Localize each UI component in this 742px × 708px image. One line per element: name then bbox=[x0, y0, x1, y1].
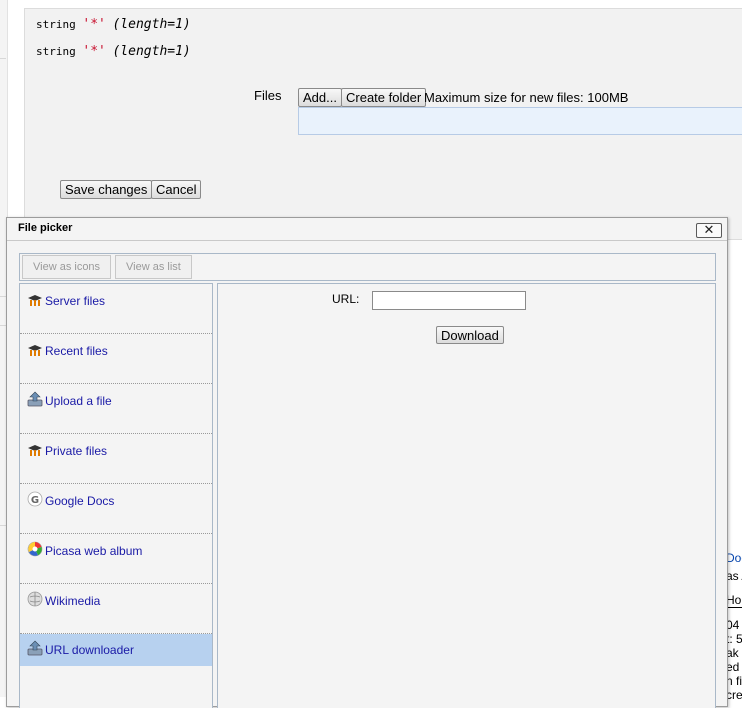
debug-type: string bbox=[36, 45, 76, 58]
repo-label: Recent files bbox=[45, 344, 108, 358]
moodle-icon bbox=[27, 292, 43, 308]
view-as-icons-button[interactable]: View as icons bbox=[22, 255, 112, 279]
bg-fragment: Hor bbox=[726, 593, 742, 607]
repo-label: URL downloader bbox=[45, 643, 134, 657]
download-icon bbox=[27, 640, 43, 656]
file-drop-area[interactable] bbox=[298, 107, 742, 135]
add-file-button[interactable]: Add... bbox=[298, 88, 342, 107]
download-button[interactable]: Download bbox=[436, 326, 504, 344]
close-icon[interactable]: ✕ bbox=[696, 223, 722, 238]
debug-meta: (length=1) bbox=[112, 17, 191, 32]
repo-item-google-docs[interactable]: G Google Docs bbox=[20, 484, 212, 534]
create-folder-button[interactable]: Create folder bbox=[341, 88, 427, 107]
repo-label: Server files bbox=[45, 294, 106, 308]
cancel-button[interactable]: Cancel bbox=[151, 180, 202, 199]
max-size-text: Maximum size for new files: 100MB bbox=[424, 90, 629, 105]
files-label: Files bbox=[254, 88, 282, 103]
file-picker-dialog: File picker ✕ View as icons View as list… bbox=[6, 217, 728, 708]
save-changes-button[interactable]: Save changes bbox=[60, 180, 153, 199]
repo-label: Picasa web album bbox=[45, 544, 143, 558]
debug-output-line: string '*' (length=1) bbox=[36, 17, 191, 32]
repo-item-upload[interactable]: Upload a file bbox=[20, 384, 212, 434]
repo-label: Upload a file bbox=[45, 394, 112, 408]
bg-fragment: ak bbox=[726, 646, 739, 660]
moodle-icon bbox=[27, 442, 43, 458]
view-as-list-button[interactable]: View as list bbox=[115, 255, 192, 279]
bg-fragment: as A bbox=[726, 569, 742, 583]
repo-item-picasa[interactable]: Picasa web album bbox=[20, 534, 212, 584]
repo-label: Wikimedia bbox=[45, 594, 101, 608]
url-input[interactable] bbox=[372, 291, 526, 310]
picasa-icon bbox=[27, 541, 43, 557]
repo-item-url-downloader[interactable]: URL downloader bbox=[20, 634, 212, 666]
bg-divider bbox=[726, 607, 742, 608]
view-toolbar: View as icons View as list bbox=[19, 253, 716, 281]
repo-item-recent-files[interactable]: Recent files bbox=[20, 334, 212, 384]
rail-divider bbox=[0, 58, 6, 59]
bg-fragment: ed 4 bbox=[726, 660, 742, 674]
url-label: URL: bbox=[332, 292, 360, 306]
repo-item-private-files[interactable]: Private files bbox=[20, 434, 212, 484]
debug-meta: (length=1) bbox=[112, 44, 191, 59]
moodle-icon bbox=[27, 342, 43, 358]
wikimedia-icon bbox=[27, 591, 43, 607]
repository-content-panel: URL: Download bbox=[217, 283, 716, 708]
upload-icon bbox=[27, 391, 43, 407]
repo-label: Google Docs bbox=[45, 494, 115, 508]
repo-label: Private files bbox=[45, 444, 108, 458]
bg-fragment: cre bbox=[726, 688, 742, 702]
dialog-header: File picker ✕ bbox=[7, 218, 727, 241]
google-icon: G bbox=[27, 491, 43, 507]
bg-fragment: n fil bbox=[726, 674, 742, 688]
bg-fragment: t: 5 bbox=[726, 632, 742, 646]
bg-fragment: 04 bbox=[726, 618, 740, 632]
repo-item-wikimedia[interactable]: Wikimedia bbox=[20, 584, 212, 634]
debug-type: string bbox=[36, 18, 76, 31]
svg-text:G: G bbox=[31, 495, 39, 506]
bg-fragment: Doc bbox=[726, 551, 742, 565]
dialog-title: File picker bbox=[18, 222, 73, 234]
debug-output-line: string '*' (length=1) bbox=[36, 44, 191, 59]
debug-value: '*' bbox=[82, 44, 106, 59]
repository-list: Server files Recent files Upload a file … bbox=[19, 283, 213, 708]
debug-value: '*' bbox=[82, 17, 106, 32]
repo-item-server-files[interactable]: Server files bbox=[20, 284, 212, 334]
